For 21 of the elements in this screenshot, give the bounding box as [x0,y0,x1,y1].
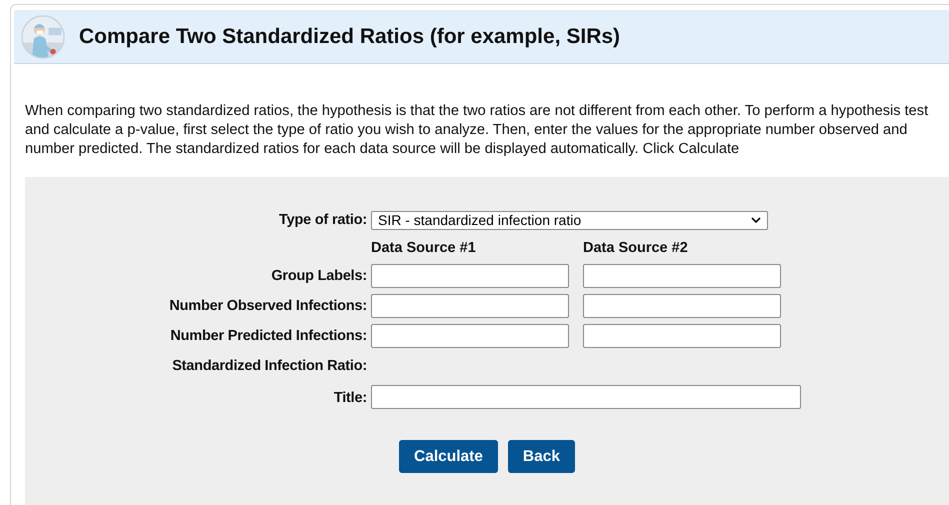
input-field[interactable] [583,264,781,288]
input-field[interactable] [371,264,569,288]
action-button[interactable]: Calculate [399,440,498,473]
input-field[interactable] [583,324,781,348]
field-label: Number Observed Infections: [168,297,368,316]
field-label: Group Labels: [270,267,368,286]
action-button[interactable]: Back [508,440,575,473]
field-label: Title: [332,389,368,408]
instructions-text: When comparing two standardized ratios, the hypothesis is that the two ratios are not different from each other. To perform a hypothesis test and calculate a p-value, first select the type of ratio you wish to analyze. Then, enter the values for the appropriate number observed and number predicted. The standardized ratios for each data source will be displayed automatically. Click Calculate [25,102,930,159]
column-heading: Data Source #2 [583,239,689,258]
column-heading: Data Source #1 [371,239,477,258]
page-title: Compare Two Standardized Ratios (for example, SIRs) [79,24,620,48]
input-field[interactable] [371,385,801,409]
field-label: Number Predicted Infections: [169,327,368,346]
field-label: Standardized Infection Ratio: [171,357,368,376]
ratio-dropdown[interactable]: SIR - standardized infection ratio [371,210,768,230]
field-label: Type of ratio: [278,211,368,230]
input-field[interactable] [371,324,569,348]
chevron-down-icon [751,217,761,223]
input-field[interactable] [371,294,569,318]
input-field[interactable] [583,294,781,318]
